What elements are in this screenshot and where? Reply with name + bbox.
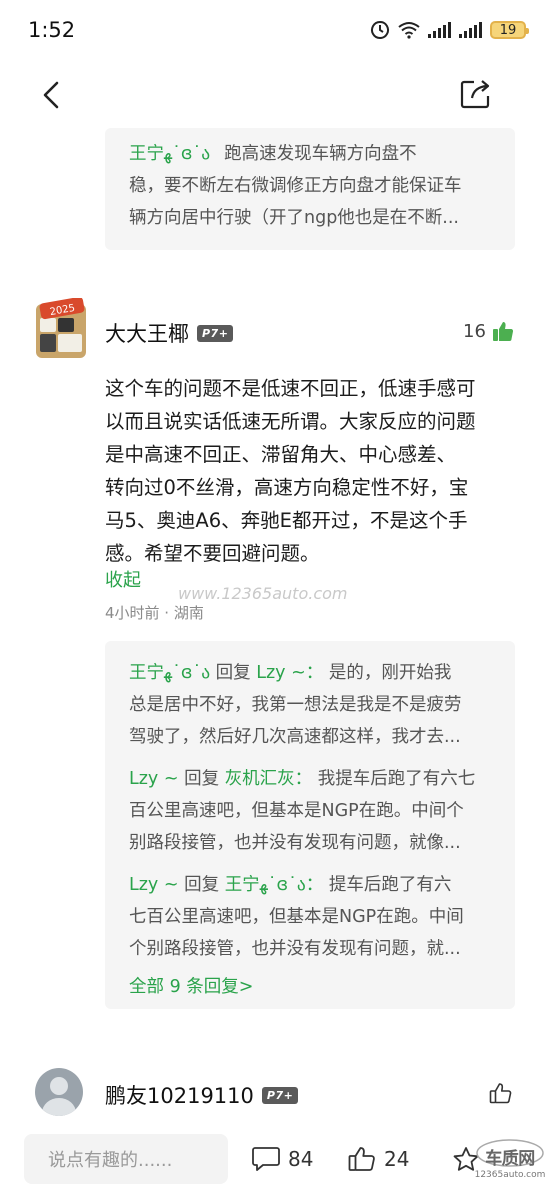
thumbs-up-icon xyxy=(348,1147,375,1171)
reply-text: 提车后跑了有六 xyxy=(328,875,452,895)
reply-item[interactable]: Lzy ~ 回复 王宁ﻬ˙ɞ˙ა： 提车后跑了有六 七百公里高速吧，但基本是NG… xyxy=(129,869,475,965)
back-arrow-icon[interactable] xyxy=(40,80,62,110)
wifi-icon xyxy=(398,22,420,39)
comment-icon xyxy=(252,1147,280,1171)
reply-user[interactable]: Lzy ~ xyxy=(129,875,179,895)
comment-line: 感。希望不要回避问题。 xyxy=(105,542,320,565)
signal-icon xyxy=(428,22,451,38)
author-avatar[interactable]: 2025 xyxy=(34,296,88,360)
like-button[interactable]: 24 xyxy=(348,1146,409,1172)
reply-text: 跑高速发现车辆方向盘不 xyxy=(224,144,417,164)
reply-item[interactable]: Lzy ~ 回复 灰机汇灰： 我提车后跑了有六七 百公里高速吧，但基本是NGP在… xyxy=(129,763,475,859)
comment-input-placeholder: 说点有趣的...... xyxy=(48,1150,173,1171)
comment-line: 转向过0不丝滑，高速方向稳定性不好，宝 xyxy=(105,476,469,499)
reply-text: 总是居中不好，我第一想法是我是不是疲劳 xyxy=(129,695,462,715)
reply-word: 回复 xyxy=(215,663,251,683)
site-logo-text: 车质网 xyxy=(485,1149,535,1169)
reply-text: 别路段接管，也并没有发现有问题，就像... xyxy=(129,833,461,853)
reply-user[interactable]: 王宁ﻬ˙ɞ˙ა xyxy=(129,144,210,164)
reply-target[interactable]: 灰机汇灰： xyxy=(225,769,313,789)
reply-word: 回复 xyxy=(184,769,220,789)
status-time: 1:52 xyxy=(28,18,76,42)
status-icons: 19 xyxy=(370,20,529,40)
comment-meta: 4小时前 · 湖南 xyxy=(105,604,204,622)
battery-icon: 19 xyxy=(490,21,529,39)
comment-author-name[interactable]: 大大王椰 xyxy=(105,318,189,348)
reply-user[interactable]: 王宁ﻬ˙ɞ˙ა xyxy=(129,663,210,683)
reply-item[interactable]: 王宁ﻬ˙ɞ˙ა 回复 Lzy ~： 是的，刚开始我 总是居中不好，我第一想法是我… xyxy=(129,657,475,753)
comment-line: 这个车的问题不是低速不回正，低速手感可 xyxy=(105,377,476,400)
next-comment-avatar[interactable] xyxy=(35,1068,83,1116)
signal-icon-2 xyxy=(459,22,482,38)
next-comment-author[interactable]: 鹏友10219110 xyxy=(105,1080,254,1110)
comments-button[interactable]: 84 xyxy=(252,1146,313,1172)
comment-line: 是中高速不回正、滞留角大、中心感差、 xyxy=(105,443,457,466)
reply-target[interactable]: Lzy ~： xyxy=(256,663,323,683)
comment-input[interactable]: 说点有趣的...... xyxy=(24,1134,228,1184)
reply-text: 个别路段接管，也并没有发现有问题，就... xyxy=(129,939,461,959)
comment-author-row: 大大王椰 P7+ xyxy=(105,318,234,348)
car-badge: P7+ xyxy=(197,324,234,342)
reply-text: 稳，要不断左右微调修正方向盘才能保证车 xyxy=(129,176,462,196)
site-logo-url: 12365auto.com xyxy=(474,1170,546,1180)
reply-text: 我提车后跑了有六七 xyxy=(317,769,476,789)
collapse-link[interactable]: 收起 xyxy=(105,566,141,592)
all-replies-link[interactable]: 全部 9 条回复> xyxy=(129,971,475,1003)
vibrate-icon xyxy=(371,21,389,39)
thumbs-up-filled-icon[interactable] xyxy=(492,320,514,342)
comment-like-count: 16 xyxy=(463,320,486,342)
reply-text: 七百公里高速吧，但基本是NGP在跑。中间 xyxy=(129,907,464,927)
comments-count: 84 xyxy=(288,1147,314,1171)
battery-level: 19 xyxy=(499,22,517,38)
site-logo: 车质网 12365auto.com xyxy=(474,1138,546,1184)
reply-text: 百公里高速吧，但基本是NGP在跑。中间个 xyxy=(129,801,464,821)
likes-count: 24 xyxy=(384,1147,410,1171)
car-badge: P7+ xyxy=(261,1086,299,1104)
reply-preview-box[interactable]: 王宁ﻬ˙ɞ˙ა 跑高速发现车辆方向盘不 稳，要不断左右微调修正方向盘才能保证车 辆… xyxy=(105,128,515,250)
reply-word: 回复 xyxy=(184,875,220,895)
comment-like[interactable]: 16 xyxy=(463,320,514,342)
next-comment-author-row: 鹏友10219110 P7+ xyxy=(105,1080,299,1110)
reply-target[interactable]: 王宁ﻬ˙ɞ˙ა： xyxy=(225,875,324,895)
reply-user[interactable]: Lzy ~ xyxy=(129,769,179,789)
comment-line: 以而且说实话低速无所谓。大家反应的问题 xyxy=(105,410,476,433)
reply-text: 是的，刚开始我 xyxy=(328,663,452,683)
share-icon[interactable] xyxy=(460,79,492,109)
reply-text: 辆方向居中行驶（开了ngp他也是在不断... xyxy=(129,208,459,228)
replies-box: 王宁ﻬ˙ɞ˙ა 回复 Lzy ~： 是的，刚开始我 总是居中不好，我第一想法是我… xyxy=(105,641,515,1009)
watermark: www.12365auto.com xyxy=(178,584,348,603)
reply-text: 驾驶了，然后好几次高速都这样，我才去... xyxy=(129,727,461,747)
comment-line: 马5、奥迪A6、奔驰E都开过，不是这个手 xyxy=(105,509,468,532)
comment-body: 这个车的问题不是低速不回正，低速手感可 以而且说实话低速无所谓。大家反应的问题 … xyxy=(105,372,525,570)
thumbs-up-icon[interactable] xyxy=(489,1082,513,1104)
